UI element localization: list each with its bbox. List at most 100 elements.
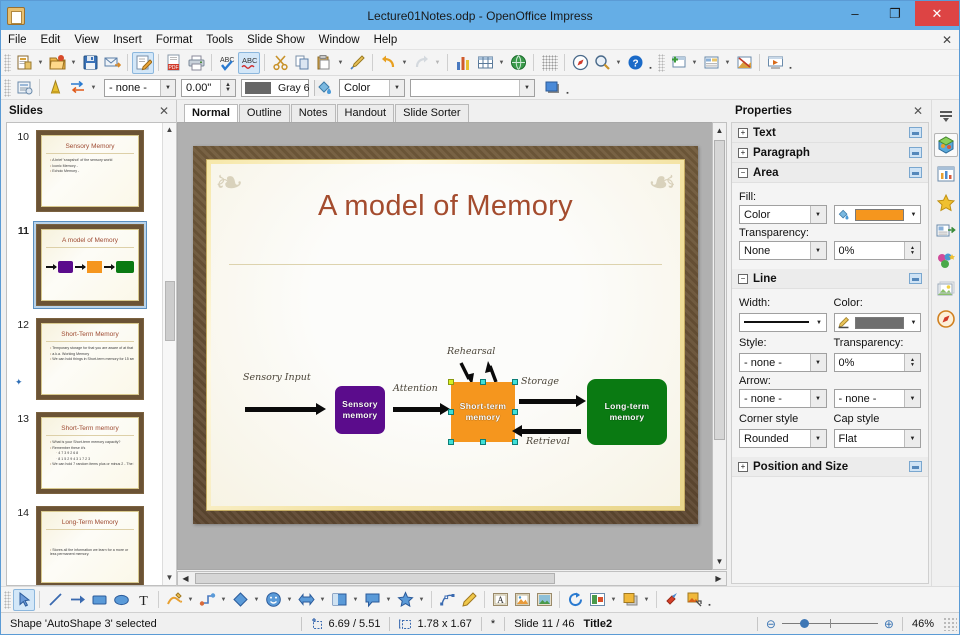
menu-edit[interactable]: Edit [34,32,68,48]
text-tool-button[interactable]: T [132,589,154,611]
shadow-toggle-button[interactable] [661,589,683,611]
insert-media-button[interactable] [533,589,555,611]
line-tool-button[interactable] [44,589,66,611]
sidebar-tab-styles[interactable] [934,278,958,302]
insert-image-button[interactable] [507,52,529,74]
line-color-picker[interactable]: ▼ [833,313,921,332]
arrow-end-select[interactable]: - none - ▼ [833,389,921,408]
section-position-and-size[interactable]: + Position and Size [732,457,928,477]
arrange-button[interactable] [66,77,88,99]
sensory-memory-box[interactable]: Sensory memory [335,386,385,434]
scroll-down-icon[interactable]: ▼ [716,554,724,569]
transparency-type-select[interactable]: None ▼ [739,241,827,260]
spinner-icon[interactable]: ▲ ▼ [904,242,920,259]
maximize-button[interactable]: ❐ [875,1,915,26]
zoom-level-status[interactable]: 46% [903,618,943,630]
rehearsal-label[interactable]: Rehearsal [447,346,495,357]
expander-icon[interactable]: + [738,147,748,158]
window-resize-grip[interactable] [943,616,958,631]
chevron-down-icon[interactable]: ▼ [907,320,920,326]
save-document-button[interactable] [79,52,101,74]
long-term-memory-box[interactable]: Long-term memory [587,379,667,445]
attention-arrow[interactable] [393,403,450,415]
minimize-button[interactable]: – [835,1,875,26]
block-arrows-dropdown[interactable]: ▼ [317,589,328,611]
line-style-select[interactable]: - none - ▼ [739,353,827,372]
tab-outline[interactable]: Outline [238,104,290,122]
fontwork-button[interactable] [44,77,66,99]
autospellcheck-button[interactable]: ABC [238,51,260,74]
insert-table-button[interactable] [474,52,496,74]
selection-handle-origin[interactable] [448,379,454,385]
undo-dropdown[interactable]: ▼ [399,52,410,74]
toolbar-grip-2[interactable] [658,53,665,72]
line-width-field[interactable]: 0.00" ▲ ▼ [181,78,236,97]
align-objects-button[interactable] [586,589,608,611]
selection-handle-right[interactable] [512,409,518,415]
transparency-value-spinner[interactable]: 0% ▲ ▼ [833,241,921,260]
symbol-shapes-button[interactable] [262,589,284,611]
chevron-down-icon[interactable]: ▼ [809,242,826,259]
slide-thumbnail-item[interactable]: 10 Sensory Memory A brief 'snapshot' of … [7,127,162,215]
fill-bucket-button[interactable] [313,77,335,99]
new-slide-button[interactable] [667,52,689,74]
open-document-button[interactable] [46,52,68,74]
email-document-button[interactable] [101,52,123,74]
help-button[interactable]: ? [624,52,646,74]
stars-shapes-button[interactable] [394,589,416,611]
slide-thumb-wrap[interactable]: Short-Term Memory Temporary storage for … [33,315,147,403]
menu-view[interactable]: View [67,32,106,48]
storage-label[interactable]: Storage [521,376,559,387]
menu-slideshow[interactable]: Slide Show [240,32,312,48]
zoom-thumb[interactable] [799,619,809,628]
toolbar-grip[interactable] [4,53,11,72]
toolbar-grip-3[interactable] [4,78,11,97]
rectangle-tool-button[interactable] [88,589,110,611]
navigator-button[interactable] [569,52,591,74]
expander-icon[interactable]: + [738,127,748,138]
paste-dropdown[interactable]: ▼ [335,52,346,74]
fill-color-picker[interactable]: ▼ [833,205,921,224]
more-options-icon[interactable] [909,127,922,138]
selection-handle-bottom-left[interactable] [448,439,454,445]
scrollbar-thumb[interactable] [164,281,175,341]
presentation-toolbar-overflow[interactable]: ▪ [786,52,795,74]
canvas-horizontal-scrollbar[interactable]: ◀ ▶ [177,570,727,586]
chevron-down-icon[interactable]: ▼ [813,320,826,326]
curve-dropdown[interactable]: ▼ [185,589,196,611]
slide-surface[interactable]: ❧ ❧ A model of Memory Sensory Input Sens… [193,146,698,524]
arrow-tool-button[interactable] [66,589,88,611]
fill-type-combo[interactable]: Color ▼ [339,78,405,97]
corner-style-select[interactable]: Rounded ▼ [739,429,827,448]
sidebar-tab-properties[interactable] [933,133,958,157]
scroll-up-icon[interactable]: ▲ [716,123,724,138]
section-area[interactable]: − Area [732,163,928,183]
insert-table-dropdown[interactable]: ▼ [496,52,507,74]
slides-panel-scrollbar[interactable]: ▲ ▼ [162,123,176,585]
sidebar-tab-gallery[interactable] [934,249,958,273]
selection-handle-bottom-right[interactable] [512,439,518,445]
chevron-down-icon[interactable]: ▼ [907,212,920,218]
animation-indicator-icon[interactable]: ✦ [15,377,23,388]
start-slideshow-button[interactable] [764,52,786,74]
selection-handle-bottom[interactable] [480,439,486,445]
crop-filter-button[interactable] [683,589,705,611]
connector-dropdown[interactable]: ▼ [218,589,229,611]
export-pdf-button[interactable]: PDF [163,52,185,74]
document-close-button[interactable]: ✕ [942,33,952,47]
sidebar-tab-navigator[interactable] [934,307,958,331]
block-arrows-button[interactable] [295,589,317,611]
slide-canvas[interactable]: ❧ ❧ A model of Memory Sensory Input Sens… [177,122,712,570]
slide-layout-button[interactable] [700,52,722,74]
fontwork-gallery-button[interactable]: A [489,589,511,611]
chevron-down-icon[interactable]: ▼ [809,206,826,223]
cap-style-select[interactable]: Flat ▼ [833,429,921,448]
menu-file[interactable]: File [1,32,34,48]
hscroll-thumb[interactable] [195,572,555,584]
symbol-shapes-dropdown[interactable]: ▼ [284,589,295,611]
flowchart-shapes-button[interactable] [328,589,350,611]
glue-points-button[interactable] [458,589,480,611]
sensory-input-arrow[interactable] [245,403,326,415]
ellipse-tool-button[interactable] [110,589,132,611]
edit-points-button[interactable] [436,589,458,611]
